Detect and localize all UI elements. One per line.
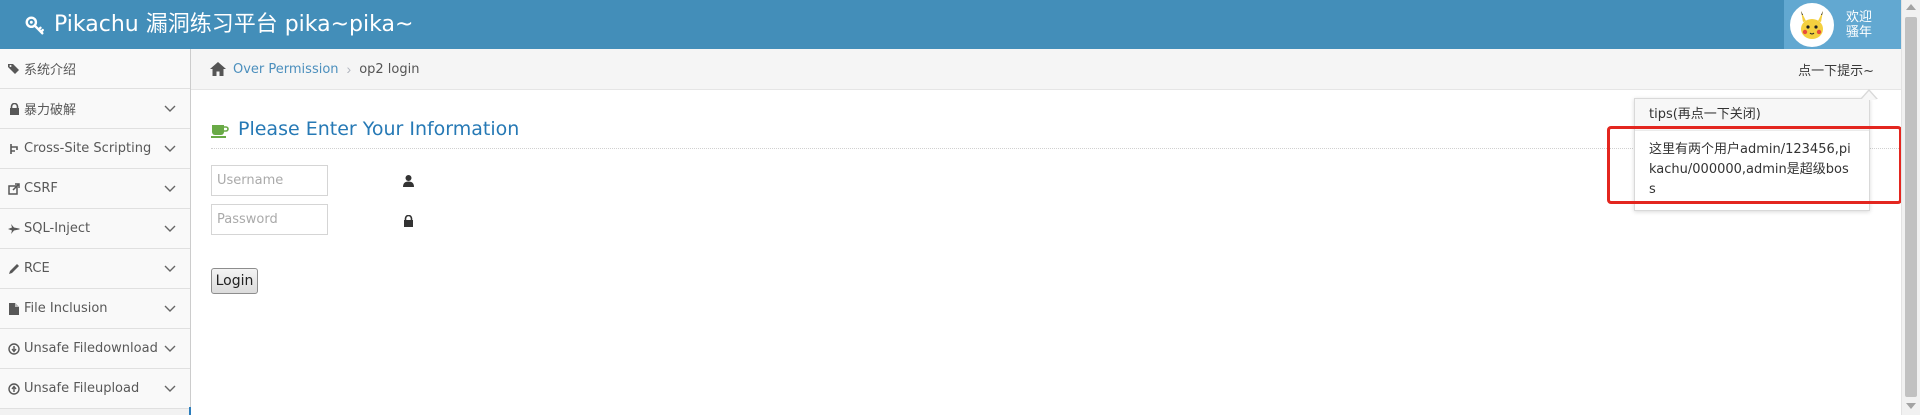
sidebar-item-label: 系统介绍 [24, 63, 77, 78]
pikachu-avatar-icon [1801, 10, 1823, 39]
share-icon [8, 182, 20, 195]
sidebar-item-rce[interactable]: RCE [0, 249, 190, 289]
key-icon [25, 15, 44, 34]
chevron-down-icon [164, 385, 176, 392]
code-fork-icon [8, 143, 20, 155]
coffee-icon [211, 125, 229, 138]
page-title: Please Enter Your Information [238, 118, 520, 140]
home-icon[interactable] [209, 61, 227, 77]
username-input[interactable] [212, 166, 327, 195]
lock-icon [404, 215, 413, 227]
sidebar-item-label: Cross-Site Scripting [24, 141, 152, 156]
breadcrumb: Over Permission › op2 login 点一下提示~ [191, 49, 1901, 90]
sidebar-item-csrf[interactable]: CSRF [0, 169, 190, 209]
welcome-text: 欢迎 骚年 [1846, 10, 1872, 40]
scrollbar-thumb[interactable] [1905, 17, 1917, 397]
sidebar-active-indicator [189, 407, 191, 415]
breadcrumb-current: op2 login [359, 61, 420, 77]
sidebar-item-label: CSRF [24, 181, 58, 196]
sidebar-item-brute-force[interactable]: 暴力破解 [0, 89, 190, 129]
popover-arrow-inner [1861, 91, 1877, 100]
sidebar-item-label: Unsafe Fileupload [24, 381, 140, 396]
sidebar-item-xss[interactable]: Cross-Site Scripting [0, 129, 190, 169]
lock-icon [8, 102, 20, 115]
sidebar-item-file-inclusion[interactable]: File Inclusion [0, 289, 190, 329]
upload-icon [8, 382, 20, 395]
sidebar-item-label: SQL-Inject [24, 221, 91, 236]
chevron-down-icon [164, 305, 176, 312]
sidebar: 系统介绍 暴力破解 Cross-Site Scripting CSRF SQL-… [0, 49, 191, 415]
username-field-box [211, 165, 328, 196]
chevron-down-icon [164, 225, 176, 232]
brand[interactable]: Pikachu 漏洞练习平台 pika~pika~ [24, 11, 413, 38]
download-icon [8, 342, 20, 355]
breadcrumb-link-over-permission[interactable]: Over Permission [233, 62, 339, 77]
login-button[interactable]: Login [211, 268, 258, 294]
tips-link[interactable]: 点一下提示~ [1798, 60, 1874, 79]
scroll-up-icon[interactable] [1906, 4, 1916, 10]
user-icon [403, 175, 414, 187]
sidebar-item-label: 暴力破解 [24, 103, 77, 118]
chevron-down-icon [164, 345, 176, 352]
user-menu[interactable]: 欢迎 骚年 [1784, 0, 1901, 49]
sidebar-item-sql-inject[interactable]: SQL-Inject [0, 209, 190, 249]
sidebar-item-label: RCE [24, 261, 50, 276]
brand-title: Pikachu 漏洞练习平台 pika~pika~ [54, 12, 414, 37]
avatar [1790, 2, 1834, 47]
sidebar-item-unsafe-fileupload[interactable]: Unsafe Fileupload [0, 369, 190, 409]
sidebar-item-label: Unsafe Filedownload [24, 341, 158, 356]
chevron-down-icon [164, 265, 176, 272]
pencil-icon [8, 263, 20, 275]
sidebar-item-unsafe-filedownload[interactable]: Unsafe Filedownload [0, 329, 190, 369]
chevron-down-icon [164, 185, 176, 192]
sidebar-item-label: File Inclusion [24, 301, 108, 316]
welcome-line2: 骚年 [1846, 24, 1873, 40]
chevron-down-icon [164, 145, 176, 152]
fighter-jet-icon [8, 223, 20, 235]
top-navbar: Pikachu 漏洞练习平台 pika~pika~ 欢迎 骚年 [0, 0, 1901, 49]
scroll-down-icon[interactable] [1906, 403, 1916, 409]
breadcrumb-separator: › [346, 61, 352, 77]
password-input[interactable] [212, 205, 327, 234]
chevron-down-icon [164, 105, 176, 112]
sidebar-item-intro[interactable]: 系统介绍 [0, 49, 190, 89]
vertical-scrollbar[interactable] [1901, 0, 1920, 415]
highlight-box [1607, 126, 1902, 204]
welcome-line1: 欢迎 [1846, 9, 1873, 25]
file-icon [8, 302, 20, 315]
tags-icon [8, 63, 20, 75]
password-field-box [211, 204, 328, 235]
